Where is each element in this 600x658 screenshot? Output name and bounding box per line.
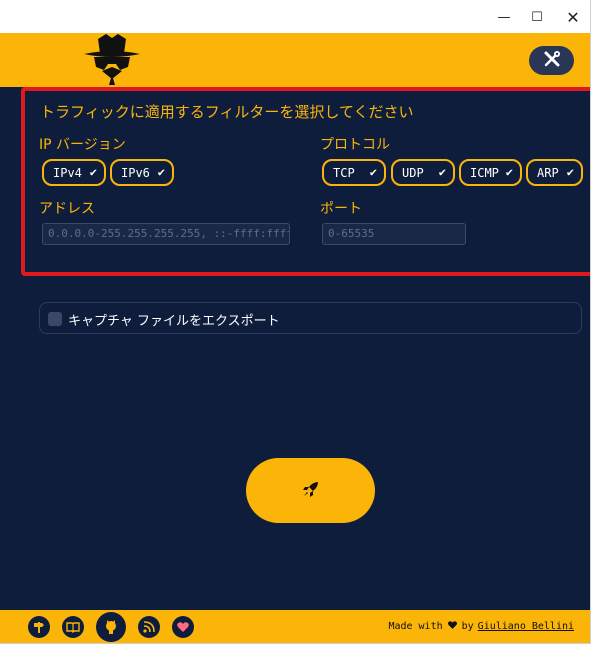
title-bar: — ☐ ✕ [0, 0, 590, 33]
minimize-button[interactable]: — [489, 6, 519, 28]
address-label: アドレス [39, 201, 95, 217]
protocol-label: プロトコル [320, 137, 390, 153]
export-option[interactable]: キャプチャ ファイルをエクスポート [39, 302, 582, 334]
check-icon: ✔ [369, 165, 377, 179]
ipv4-toggle[interactable]: IPv4 ✔ [42, 159, 106, 186]
book-icon[interactable] [62, 616, 84, 638]
check-icon: ✔ [566, 165, 574, 179]
ipv6-toggle[interactable]: IPv6 ✔ [110, 159, 174, 186]
address-input[interactable]: 0.0.0.0-255.255.255.255, ::-ffff:ffff [42, 223, 290, 245]
chip-label: TCP [333, 165, 355, 180]
chip-label: IPv4 [53, 165, 82, 180]
check-icon: ✔ [157, 165, 165, 179]
port-input[interactable]: 0-65535 [322, 223, 466, 245]
export-checkbox[interactable] [48, 312, 62, 326]
check-icon: ✔ [505, 165, 513, 179]
port-label: ポート [320, 201, 362, 217]
close-button[interactable]: ✕ [558, 6, 588, 28]
author-link[interactable]: Giuliano Bellini [478, 621, 574, 632]
rss-icon[interactable] [138, 616, 160, 638]
heart-icon [447, 620, 458, 633]
by-text: by [461, 621, 474, 632]
tcp-toggle[interactable]: TCP ✔ [322, 159, 386, 186]
footer-credit: Made with by Giuliano Bellini [388, 620, 574, 633]
export-label: キャプチャ ファイルをエクスポート [68, 314, 280, 329]
wrench-screwdriver-icon [543, 50, 561, 72]
github-icon[interactable] [96, 612, 126, 642]
signpost-icon[interactable] [28, 616, 50, 638]
check-icon: ✔ [438, 165, 446, 179]
made-with-text: Made with [388, 621, 443, 632]
spy-hat-logo-icon [80, 33, 144, 87]
settings-button[interactable] [529, 46, 574, 75]
arp-toggle[interactable]: ARP ✔ [526, 159, 583, 186]
chip-label: ICMP [470, 165, 499, 180]
icmp-toggle[interactable]: ICMP ✔ [459, 159, 522, 186]
footer: Made with by Giuliano Bellini [0, 610, 590, 643]
filter-title: トラフィックに適用するフィルターを選択してください [40, 103, 414, 121]
chip-label: UDP [402, 165, 424, 180]
start-capture-button[interactable] [246, 458, 375, 523]
maximize-button[interactable]: ☐ [522, 6, 552, 28]
rocket-icon [301, 479, 321, 503]
udp-toggle[interactable]: UDP ✔ [391, 159, 455, 186]
header [0, 33, 590, 87]
heart-icon[interactable] [172, 616, 194, 638]
ip-version-label: IP バージョン [39, 137, 126, 153]
app-window: — ☐ ✕ トラフィックに適用するフィルターを選択してください IP バージョン… [0, 0, 591, 644]
chip-label: IPv6 [121, 165, 150, 180]
chip-label: ARP [537, 165, 559, 180]
check-icon: ✔ [89, 165, 97, 179]
